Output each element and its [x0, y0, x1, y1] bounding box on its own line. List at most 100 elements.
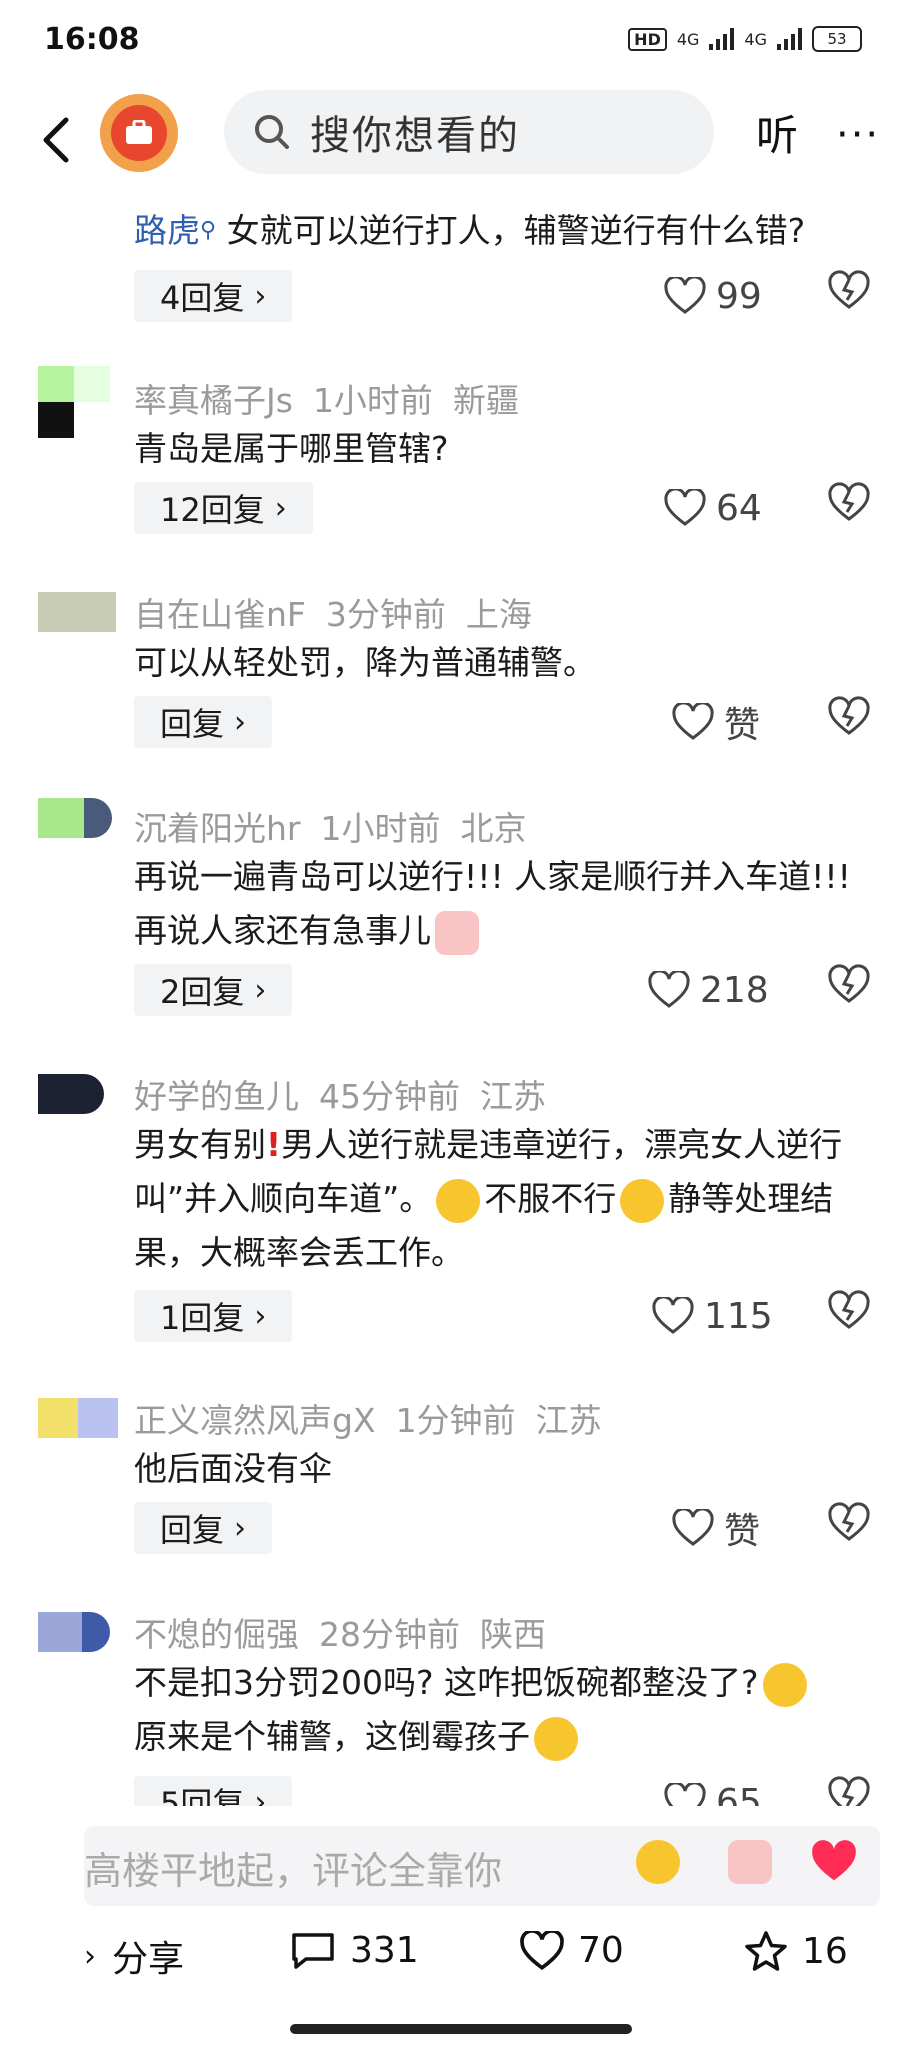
comment-time: 1小时前: [320, 809, 441, 848]
status-time: 16:08: [44, 22, 140, 57]
like-post-button[interactable]: 70: [520, 1930, 624, 1971]
reply-button[interactable]: 2回复 ›: [134, 964, 293, 1016]
comment-text: 不是扣3分罚200吗? 这咋把饭碗都整没了? 原来是个辅警，这倒霉孩子: [134, 1656, 894, 1764]
signal-2-icon: [777, 28, 802, 50]
search-icon: [255, 115, 289, 149]
heart-icon: [664, 277, 706, 314]
broken-heart-icon: [828, 1290, 870, 1329]
comment-text: 可以从轻处罚，降为普通辅警。: [134, 643, 596, 682]
avatar[interactable]: [38, 366, 110, 438]
comment-time: 1分钟前: [395, 1401, 516, 1440]
avatar[interactable]: [38, 1398, 118, 1470]
smirk-emoji-button-icon[interactable]: [636, 1840, 680, 1884]
reply-button[interactable]: 回复 ›: [134, 1502, 273, 1554]
avatar[interactable]: [38, 1074, 110, 1146]
broken-heart-icon: [828, 964, 870, 1003]
heart-icon: [648, 971, 690, 1008]
username[interactable]: 不熄的倔强: [134, 1615, 299, 1654]
listen-button[interactable]: 听: [756, 102, 798, 163]
finger-heart-emoji-button-icon[interactable]: [728, 1840, 772, 1884]
heart-icon: [664, 1783, 706, 1806]
heart-icon: [520, 1930, 564, 1970]
smirk-emoji-icon: [762, 1662, 807, 1707]
reply-button[interactable]: 1回复 ›: [134, 1290, 293, 1342]
comment-time: 45分钟前: [319, 1077, 460, 1116]
network-2-label: 4G: [744, 29, 767, 49]
heart-icon: [672, 1509, 714, 1546]
exclamation-icon: !: [266, 1125, 282, 1164]
username[interactable]: 自在山雀nF: [134, 595, 306, 634]
like-button[interactable]: 赞: [672, 1502, 760, 1554]
comment-meta: 率真橘子Js 1小时前 新疆: [134, 374, 539, 422]
reply-button[interactable]: 5回复 ›: [134, 1776, 293, 1806]
search-input[interactable]: 搜你想看的: [224, 90, 714, 174]
bottom-action-bar: › 分享 331 70 16: [0, 1920, 922, 2000]
dislike-button[interactable]: [828, 482, 870, 526]
app-logo-icon[interactable]: [100, 94, 178, 172]
comment-location: 江苏: [480, 1077, 546, 1116]
comment-time: 3分钟前: [325, 595, 446, 634]
like-button[interactable]: 64: [664, 482, 762, 534]
username[interactable]: 好学的鱼儿: [134, 1077, 299, 1116]
comment-link[interactable]: 路虎: [134, 211, 200, 250]
status-icons: HD 4G 4G 53: [628, 26, 862, 52]
comment-text: 再说一遍青岛可以逆行!!! 人家是顺行并入车道!!! 再说人家还有急事儿: [134, 850, 894, 958]
comment-location: 上海: [465, 595, 532, 634]
status-bar: 16:08 HD 4G 4G 53: [0, 0, 922, 86]
like-button[interactable]: 115: [652, 1290, 773, 1342]
like-button[interactable]: 218: [648, 964, 769, 1016]
comment-location: 新疆: [452, 381, 519, 420]
like-button[interactable]: 65: [664, 1776, 762, 1806]
comment-meta: 自在山雀nF 3分钟前 上海: [134, 588, 552, 636]
comment-location: 陕西: [480, 1615, 546, 1654]
dislike-button[interactable]: [828, 1290, 870, 1334]
dislike-button[interactable]: [828, 964, 870, 1008]
share-arrow-icon: ›: [84, 1938, 96, 1974]
cry-laugh-emoji-icon: [620, 1178, 665, 1223]
dislike-button[interactable]: [828, 270, 870, 314]
comment-time: 1小时前: [312, 381, 433, 420]
heart-icon: [652, 1297, 694, 1334]
comment-input[interactable]: 高楼平地起，评论全靠你: [84, 1826, 880, 1906]
reply-button[interactable]: 12回复 ›: [134, 482, 313, 534]
back-button[interactable]: [36, 112, 76, 168]
comments-button[interactable]: 331: [290, 1930, 419, 1971]
comment-time: 28分钟前: [319, 1615, 460, 1654]
favorite-button[interactable]: 16: [744, 1930, 848, 1972]
username[interactable]: 沉着阳光hr: [134, 809, 300, 848]
comment-input-placeholder: 高楼平地起，评论全靠你: [84, 1849, 503, 1893]
broken-heart-icon: [828, 1776, 870, 1806]
avatar[interactable]: [38, 1612, 110, 1684]
comment-text: 男女有别!男人逆行就是违章逆行，漂亮女人逆行叫”并入顺向车道”。 不服不行 静等处理…: [134, 1125, 843, 1272]
comment-text: 青岛是属于哪里管辖?: [134, 429, 449, 468]
username[interactable]: 正义凛然风声gX: [134, 1401, 376, 1440]
avatar[interactable]: [38, 798, 112, 870]
back-arrow-icon: [43, 117, 69, 163]
broken-heart-icon: [828, 696, 870, 735]
heart-icon: [672, 703, 714, 740]
broken-heart-icon: [828, 1502, 870, 1541]
reply-button[interactable]: 回复 ›: [134, 696, 273, 748]
red-heart-emoji-button-icon[interactable]: [810, 1840, 858, 1888]
comment-location: 北京: [460, 809, 527, 848]
home-indicator[interactable]: [290, 2024, 632, 2034]
like-button[interactable]: 99: [664, 270, 762, 322]
dislike-button[interactable]: [828, 1776, 870, 1806]
broken-heart-icon: [828, 482, 870, 521]
like-button[interactable]: 赞: [672, 696, 760, 748]
search-placeholder: 搜你想看的: [310, 113, 520, 159]
username[interactable]: 率真橘子Js: [134, 381, 293, 420]
comment-location: 江苏: [535, 1401, 602, 1440]
dislike-button[interactable]: [828, 696, 870, 740]
avatar[interactable]: [38, 592, 116, 664]
comment-meta: 正义凛然风声gX 1分钟前 江苏: [134, 1394, 622, 1442]
reply-button[interactable]: 4回复 ›: [134, 270, 293, 322]
star-icon: [745, 1931, 787, 1971]
comment-bubble-icon: [292, 1932, 334, 1969]
more-button[interactable]: ···: [836, 112, 880, 158]
dislike-button[interactable]: [828, 1502, 870, 1546]
thumbs-up-emoji-icon: [435, 910, 479, 955]
share-button[interactable]: › 分享: [84, 1930, 184, 1982]
comment-meta: 好学的鱼儿 45分钟前 江苏: [134, 1070, 566, 1118]
laugh-emoji-icon: [436, 1178, 481, 1223]
